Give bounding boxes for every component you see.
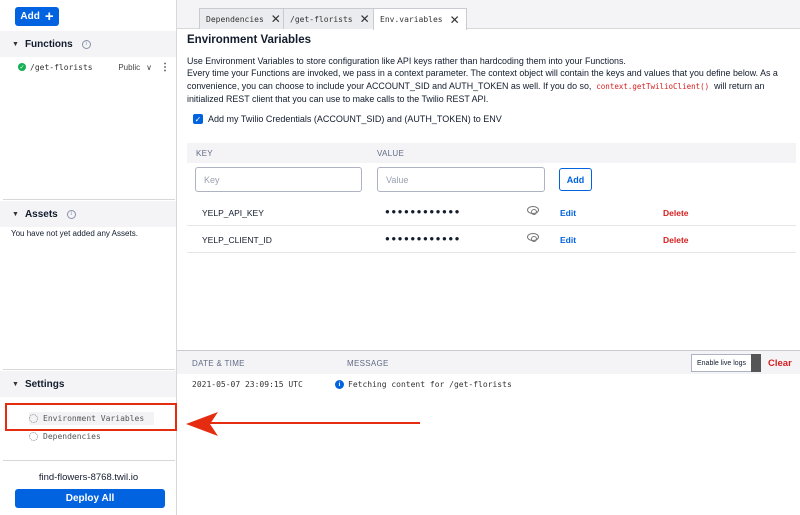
settings-section-header[interactable]: ▼ Settings bbox=[0, 371, 176, 397]
credentials-label: Add my Twilio Credentials (ACCOUNT_SID) … bbox=[208, 114, 502, 124]
eye-icon[interactable] bbox=[527, 233, 539, 242]
divider bbox=[3, 460, 175, 461]
close-icon[interactable]: ✕ bbox=[450, 13, 460, 27]
plus-icon: + bbox=[44, 7, 54, 25]
settings-title: Settings bbox=[24, 378, 65, 390]
info-icon[interactable]: i bbox=[66, 209, 76, 219]
settings-item-dependencies[interactable]: Dependencies bbox=[29, 432, 101, 441]
env-table-header: KEY VALUE bbox=[187, 143, 796, 163]
functions-section-header[interactable]: ▼ Functions i bbox=[0, 31, 176, 57]
value-placeholder: Value bbox=[386, 174, 409, 185]
function-visibility: Public bbox=[118, 62, 141, 72]
gear-icon bbox=[29, 432, 38, 441]
tab-label: /get-florists bbox=[290, 14, 353, 24]
assets-section-header[interactable]: ▼ Assets i bbox=[0, 201, 176, 227]
info-icon[interactable]: i bbox=[81, 39, 91, 49]
delete-button[interactable]: Delete bbox=[663, 208, 689, 218]
log-header: DATE & TIME MESSAGE Enable live logs Cle… bbox=[177, 351, 800, 374]
assets-title: Assets bbox=[24, 208, 58, 220]
description-line-2: Every time your Functions are invoked, w… bbox=[187, 67, 797, 105]
divider bbox=[3, 369, 175, 370]
chevron-down-icon[interactable]: ∨ bbox=[146, 63, 152, 72]
page-title: Environment Variables bbox=[187, 34, 311, 46]
log-timestamp: 2021-05-07 23:09:15 UTC bbox=[192, 380, 303, 389]
add-variable-button[interactable]: Add bbox=[559, 168, 592, 191]
column-header-key: KEY bbox=[196, 149, 213, 158]
checkbox-checked-icon[interactable]: ✓ bbox=[193, 114, 203, 124]
tab-label: Env.variables bbox=[380, 15, 443, 24]
column-header-value: VALUE bbox=[377, 149, 405, 158]
variable-key: YELP_CLIENT_ID bbox=[202, 235, 272, 245]
edit-button[interactable]: Edit bbox=[560, 235, 576, 245]
function-name: /get-florists bbox=[30, 62, 93, 72]
table-row: YELP_API_KEY ●●●●●●●●●●●● Edit Delete bbox=[187, 199, 796, 226]
add-button[interactable]: Add + bbox=[15, 7, 59, 26]
tab-label: Dependencies bbox=[206, 14, 264, 24]
tab-get-florists[interactable]: /get-florists ✕ bbox=[283, 8, 377, 29]
settings-item-label: Dependencies bbox=[43, 432, 101, 441]
editor-tab-bar: Dependencies ✕ /get-florists ✕ Env.varia… bbox=[177, 0, 800, 30]
info-filled-icon: i bbox=[335, 380, 344, 389]
description: Use Environment Variables to store confi… bbox=[187, 55, 797, 106]
log-message-text: Fetching content for /get-florists bbox=[348, 380, 512, 389]
more-vertical-icon[interactable]: ⋮ bbox=[160, 62, 170, 73]
check-circle-icon: ✓ bbox=[18, 63, 26, 71]
table-row: YELP_CLIENT_ID ●●●●●●●●●●●● Edit Delete bbox=[187, 226, 796, 253]
sidebar: Add + ▼ Functions i ✓ /get-florists Publ… bbox=[0, 0, 177, 515]
tab-env-variables[interactable]: Env.variables ✕ bbox=[373, 8, 467, 30]
function-item[interactable]: ✓ /get-florists Public ∨ ⋮ bbox=[18, 61, 170, 73]
deploy-all-button[interactable]: Deploy All bbox=[15, 489, 165, 508]
credentials-option[interactable]: ✓ Add my Twilio Credentials (ACCOUNT_SID… bbox=[193, 114, 502, 124]
annotation-arrow bbox=[186, 412, 420, 436]
assets-empty-text: You have not yet added any Assets. bbox=[11, 229, 138, 238]
variable-key: YELP_API_KEY bbox=[202, 208, 264, 218]
column-header-datetime: DATE & TIME bbox=[192, 359, 245, 368]
column-header-message: MESSAGE bbox=[347, 359, 389, 368]
inline-code: context.getTwilioClient() bbox=[596, 81, 710, 91]
service-url: find-flowers-8768.twil.io bbox=[38, 472, 139, 483]
tab-dependencies[interactable]: Dependencies ✕ bbox=[199, 8, 288, 29]
caret-down-icon: ▼ bbox=[12, 380, 19, 388]
log-message: i Fetching content for /get-florists bbox=[335, 380, 512, 389]
live-logs-label: Enable live logs bbox=[697, 359, 747, 367]
key-input[interactable]: Key bbox=[195, 167, 362, 192]
toggle-switch[interactable] bbox=[751, 354, 761, 372]
divider bbox=[3, 199, 175, 200]
eye-icon[interactable] bbox=[527, 206, 539, 215]
variable-value-masked: ●●●●●●●●●●●● bbox=[385, 207, 461, 216]
clear-logs-button[interactable]: Clear bbox=[768, 358, 792, 369]
functions-title: Functions bbox=[24, 38, 73, 50]
close-icon[interactable]: ✕ bbox=[360, 12, 370, 26]
value-input[interactable]: Value bbox=[377, 167, 545, 192]
variable-value-masked: ●●●●●●●●●●●● bbox=[385, 234, 461, 243]
delete-button[interactable]: Delete bbox=[663, 235, 689, 245]
live-logs-toggle[interactable]: Enable live logs bbox=[691, 354, 761, 372]
annotation-highlight-box bbox=[5, 403, 177, 431]
caret-down-icon: ▼ bbox=[12, 40, 19, 48]
description-line-1: Use Environment Variables to store confi… bbox=[187, 56, 626, 66]
close-icon[interactable]: ✕ bbox=[271, 12, 281, 26]
caret-down-icon: ▼ bbox=[12, 210, 19, 218]
add-button-label: Add bbox=[20, 11, 40, 22]
edit-button[interactable]: Edit bbox=[560, 208, 576, 218]
key-placeholder: Key bbox=[204, 174, 220, 185]
